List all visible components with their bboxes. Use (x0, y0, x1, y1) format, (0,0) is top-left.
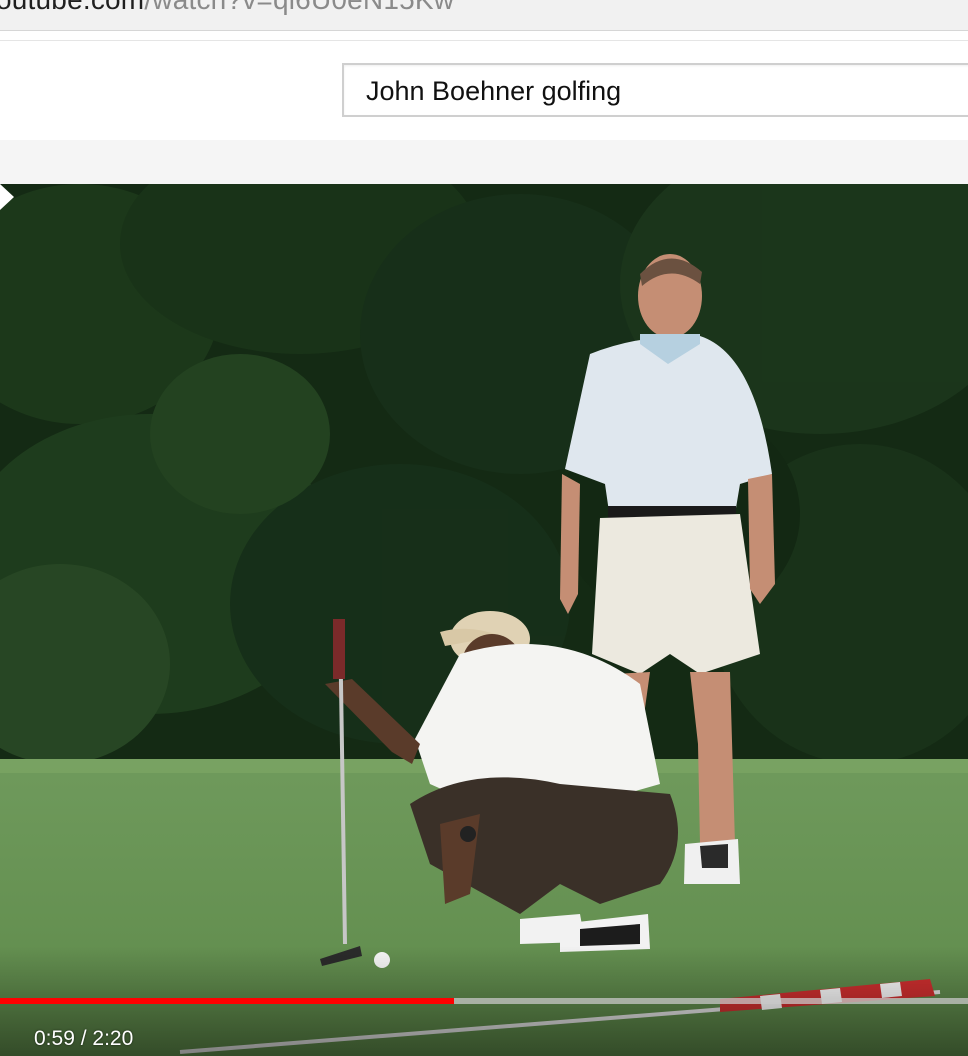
time-display: 0:59 / 2:20 (34, 1027, 133, 1051)
play-icon[interactable] (0, 184, 14, 210)
progress-played (0, 998, 454, 1004)
current-time: 0:59 (34, 1027, 75, 1050)
video-player[interactable]: 0:59 / 2:20 (0, 184, 968, 1056)
address-bar[interactable]: outube.com/watch?v=qi6U0eN15Kw (0, 0, 968, 31)
masthead-spacer (0, 140, 968, 184)
video-frame (0, 184, 968, 1056)
url-text[interactable]: outube.com/watch?v=qi6U0eN15Kw (0, 0, 454, 16)
masthead: John Boehner golfing (0, 40, 968, 141)
search-input[interactable]: John Boehner golfing (342, 63, 968, 117)
time-separator: / (74, 1027, 93, 1050)
url-host: outube.com (0, 0, 144, 15)
progress-bar[interactable] (0, 998, 968, 1004)
url-path: /watch?v=qi6U0eN15Kw (144, 0, 454, 15)
search-query-text: John Boehner golfing (366, 76, 622, 106)
duration: 2:20 (92, 1027, 134, 1050)
